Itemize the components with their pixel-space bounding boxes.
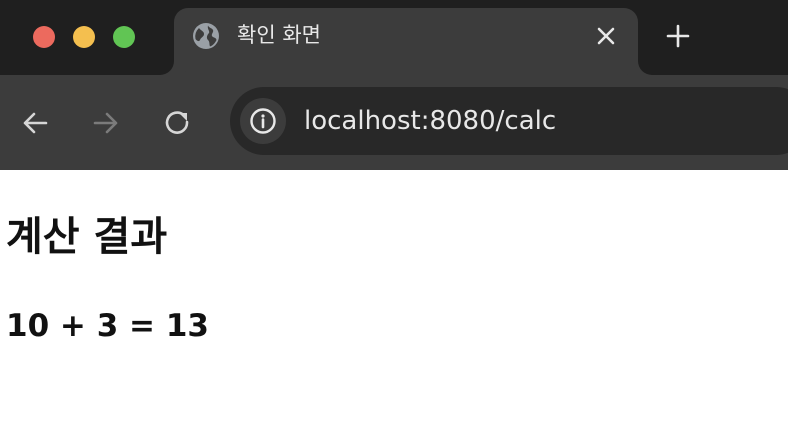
reload-icon[interactable] [163,108,193,138]
window-maximize-button[interactable] [113,26,135,48]
tab-title: 확인 화면 [237,23,321,47]
calculation-result: 10 + 3 = 13 [6,308,209,344]
arrow-left-icon[interactable] [20,108,50,138]
window-minimize-button[interactable] [73,26,95,48]
globe-icon [192,22,220,50]
arrow-right-icon[interactable] [91,108,121,138]
window-close-button[interactable] [33,26,55,48]
url-text[interactable]: localhost:8080/calc [304,105,556,137]
plus-icon[interactable] [664,22,692,50]
browser-window: 확인 화면 localhost:8080/calc 계산 결과 10 + 3 =… [0,0,788,444]
toolbar: localhost:8080/calc [0,75,788,170]
active-tab[interactable]: 확인 화면 [174,8,638,75]
tab-strip: 확인 화면 [0,0,788,75]
page-title: 계산 결과 [6,214,168,260]
info-icon[interactable] [240,98,286,144]
address-bar[interactable]: localhost:8080/calc [230,87,788,155]
close-icon[interactable] [594,24,618,48]
page-content: 계산 결과 10 + 3 = 13 [0,170,788,444]
